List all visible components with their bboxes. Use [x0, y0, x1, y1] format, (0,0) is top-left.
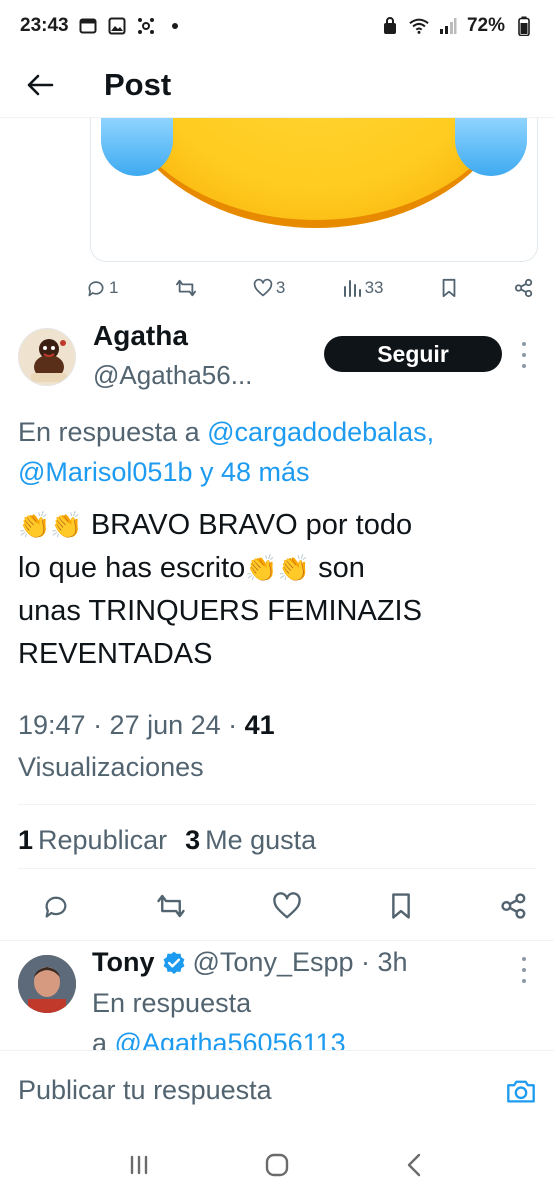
engagement-stats: 1 Republicar 3 Me gusta	[18, 818, 316, 862]
status-left: 23:43	[20, 15, 185, 37]
status-bar: 23:43 72%	[0, 0, 554, 52]
parent-view-count: 33	[364, 278, 384, 297]
like-stat[interactable]: 3 Me gusta	[185, 825, 316, 856]
system-nav-bar	[0, 1130, 554, 1200]
repost-stat[interactable]: 1 Republicar	[18, 825, 167, 856]
camera-icon[interactable]	[506, 1077, 536, 1105]
repost-icon[interactable]	[156, 892, 186, 920]
mention-link[interactable]: @cargadodebalas,	[207, 417, 434, 447]
author-name[interactable]: Agatha	[93, 320, 188, 352]
doll-avatar-image	[19, 329, 75, 385]
post-text-line: BRAVO BRAVO por todo	[90, 509, 413, 541]
network-icon	[136, 16, 156, 36]
reply-context-text: En respuesta	[92, 988, 252, 1018]
others-link[interactable]: y 48 más	[193, 457, 310, 487]
parent-like-count: 3	[275, 278, 286, 297]
calendar-icon	[78, 16, 98, 36]
page-title: Post	[104, 66, 172, 102]
post-timestamp[interactable]: 19:47 · 27 jun 24 ·	[18, 710, 245, 740]
status-time: 23:43	[20, 15, 69, 36]
repost-label: Republicar	[38, 824, 168, 855]
back-nav-icon[interactable]	[401, 1151, 429, 1179]
like-label: Me gusta	[205, 824, 317, 855]
reply-post[interactable]: Tony @Tony_Espp · 3h En respuesta a @Agat…	[0, 940, 554, 1050]
views-label: Visualizaciones	[18, 752, 204, 782]
mention-link[interactable]: @Agatha56056113	[115, 1028, 346, 1050]
reply-context: En respuesta a @Agatha56056113	[92, 983, 346, 1050]
notification-dot-icon	[165, 16, 185, 36]
more-options-icon[interactable]	[516, 342, 532, 368]
home-icon[interactable]	[263, 1151, 291, 1179]
battery-icon	[514, 16, 534, 36]
avatar[interactable]	[18, 955, 76, 1013]
back-button[interactable]	[0, 55, 80, 115]
reply-prefix: En respuesta a	[18, 417, 208, 447]
heart-icon[interactable]	[272, 892, 302, 920]
more-options-icon[interactable]	[516, 957, 532, 983]
heart-icon	[253, 278, 273, 297]
parent-reply-count: 1	[109, 278, 119, 297]
comment-icon[interactable]	[42, 892, 70, 920]
verified-badge-icon	[163, 951, 184, 974]
clapping-hands-icon: 👏👏	[18, 510, 83, 540]
bookmark-icon[interactable]	[388, 892, 414, 920]
bookmark-icon	[442, 278, 456, 298]
post-text-line: REVENTADAS	[18, 638, 213, 670]
reply-input[interactable]: Publicar tu respuesta	[18, 1075, 272, 1106]
view-count: 41	[244, 710, 275, 740]
reply-context-text: a	[92, 1028, 115, 1050]
mention-link[interactable]: @Marisol051b	[18, 457, 193, 487]
post-text-line: lo que has escrito	[18, 552, 246, 584]
like-count: 3	[185, 824, 201, 855]
parent-action-bar: 1 3 33	[80, 270, 540, 306]
reply-composer[interactable]: Publicar tu respuesta	[0, 1050, 554, 1130]
post-metadata: 19:47 · 27 jun 24 · 41 Visualizaciones	[18, 704, 538, 788]
signal-icon	[438, 16, 458, 36]
bar-chart-icon	[343, 280, 361, 297]
post-text-line: son	[310, 552, 365, 584]
parent-bookmark-button[interactable]	[440, 278, 458, 298]
parent-reply-button[interactable]: 1	[86, 278, 118, 298]
reply-author-name[interactable]: Tony	[92, 947, 155, 978]
share-icon[interactable]	[500, 892, 528, 920]
parent-repost-button[interactable]	[175, 278, 197, 298]
reply-context: En respuesta a @cargadodebalas, @Marisol0…	[18, 412, 538, 492]
repost-icon	[175, 279, 196, 297]
wifi-icon	[409, 16, 429, 36]
share-icon	[514, 278, 533, 298]
profile-photo	[18, 955, 76, 1013]
parent-share-button[interactable]	[514, 278, 534, 298]
follow-button[interactable]: Seguir	[324, 336, 502, 372]
author-handle[interactable]: @Agatha56...	[93, 360, 252, 391]
comment-icon	[88, 281, 104, 297]
quoted-media-card[interactable]	[90, 118, 538, 262]
lock-icon	[380, 16, 400, 36]
parent-like-button[interactable]: 3	[253, 278, 285, 298]
avatar[interactable]	[18, 328, 76, 386]
divider	[18, 804, 536, 805]
recent-apps-icon[interactable]	[125, 1151, 153, 1179]
reply-handle-time: @Tony_Espp · 3h	[192, 947, 408, 977]
arrow-left-icon	[27, 74, 54, 95]
parent-views-button[interactable]: 33	[342, 278, 384, 298]
battery-level: 72%	[466, 15, 505, 36]
post-action-bar	[40, 868, 530, 944]
app-header: Post	[0, 52, 554, 118]
status-right: 72%	[380, 15, 534, 37]
repost-count: 1	[18, 824, 34, 855]
post-text-line: unas TRINQUERS FEMINAZIS	[18, 595, 422, 627]
reply-header: Tony @Tony_Espp · 3h	[92, 947, 408, 978]
clapping-hands-icon: 👏👏	[245, 553, 311, 583]
gallery-icon	[107, 16, 127, 36]
post-text: 👏👏 BRAVO BRAVO por todo lo que has escrit…	[18, 504, 538, 676]
